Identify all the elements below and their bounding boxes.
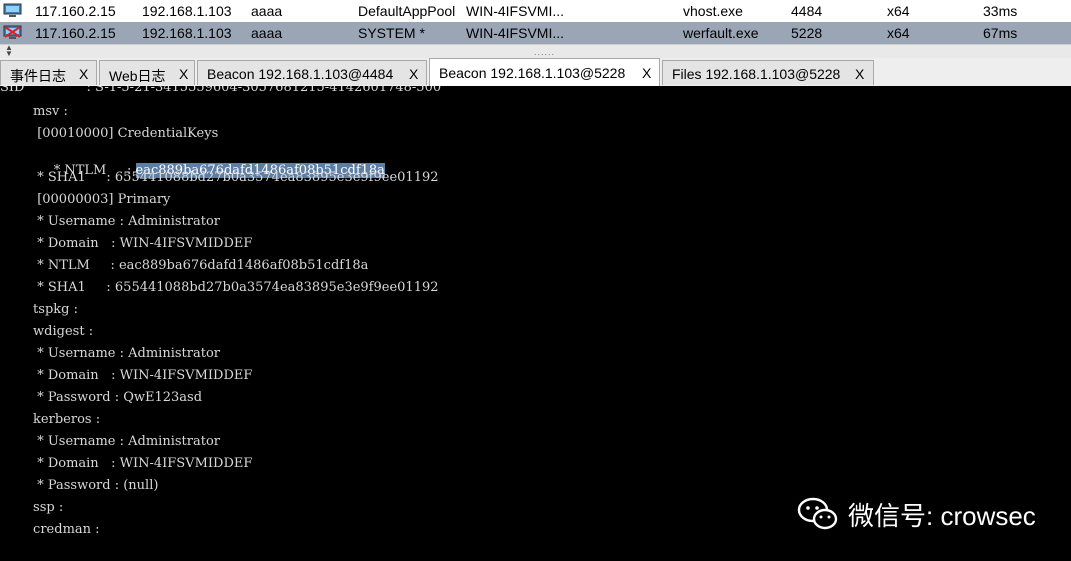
console-line: * NTLM : eac889ba676dafd1486af08b51cdf18… (0, 258, 369, 273)
console-line: * Domain : WIN-4IFSVMIDDEF (0, 236, 253, 251)
watermark: 微信号: crowsec (796, 496, 1036, 532)
console-line: msv : (0, 104, 68, 119)
process-name: vhost.exe (683, 3, 743, 19)
external-ip: 117.160.2.15 (35, 3, 116, 19)
session-table: 117.160.2.15 192.168.1.103 aaaa DefaultA… (0, 0, 1071, 44)
beacon-console-output[interactable]: SID : S-1-5-21-3415559604-3057681215-414… (0, 86, 1071, 561)
console-line: * Password : (null) (0, 478, 159, 493)
tab-beacon-4484[interactable]: Beacon 192.168.1.103@4484 X (197, 60, 427, 85)
console-line: * Username : Administrator (0, 346, 220, 361)
arch: x64 (887, 25, 910, 41)
watermark-text: 微信号: crowsec (848, 501, 1036, 531)
pid: 4484 (791, 3, 823, 19)
external-ip: 117.160.2.15 (35, 25, 116, 41)
compromised-computer-icon (3, 25, 22, 39)
console-line: kerberos : (0, 412, 101, 427)
user: aaaa (251, 3, 283, 19)
tab-label: Web日志 (109, 68, 166, 84)
tab-web-log[interactable]: Web日志 X (99, 60, 195, 85)
computer-name: WIN-4IFSVMI... (466, 3, 564, 19)
computer-name: WIN-4IFSVMI... (466, 25, 564, 41)
internal-ip: 192.168.1.103 (142, 3, 232, 19)
console-line: * Domain : WIN-4IFSVMIDDEF (0, 456, 253, 471)
tab-label: Beacon 192.168.1.103@5228 (439, 65, 626, 81)
tab-files-5228[interactable]: Files 192.168.1.103@5228 X (662, 60, 874, 85)
console-line: SID : S-1-5-21-3415559604-3057681215-414… (0, 86, 442, 95)
console-line: [00000003] Primary (0, 192, 171, 207)
tab-beacon-5228[interactable]: Beacon 192.168.1.103@5228 X (429, 58, 660, 87)
console-line: * SHA1 : 655441088bd27b0a3574ea83895e3e9… (0, 280, 439, 295)
pane-splitter[interactable]: ▲ ▼ ...... (0, 44, 1071, 59)
tab-label: 事件日志 (10, 68, 66, 84)
console-line: wdigest : (0, 324, 94, 339)
user: aaaa (251, 25, 283, 41)
session-row[interactable]: 117.160.2.15 192.168.1.103 aaaa DefaultA… (0, 0, 1071, 22)
console-line: * Domain : WIN-4IFSVMIDDEF (0, 368, 253, 383)
session-row-selected[interactable]: 117.160.2.15 192.168.1.103 aaaa SYSTEM *… (0, 22, 1071, 44)
last-checkin: 67ms (983, 25, 1018, 41)
close-tab-icon[interactable]: X (409, 66, 418, 82)
close-tab-icon[interactable]: X (855, 66, 864, 82)
tab-label: Files 192.168.1.103@5228 (672, 66, 841, 82)
arch: x64 (887, 3, 910, 19)
process-user: SYSTEM * (358, 25, 425, 41)
collapse-arrows-icon[interactable]: ▲ ▼ (5, 44, 13, 58)
tab-label: Beacon 192.168.1.103@4484 (207, 66, 394, 82)
tab-bar: 事件日志 X Web日志 X Beacon 192.168.1.103@4484… (0, 58, 1071, 87)
wechat-icon (797, 497, 838, 530)
close-tab-icon[interactable]: X (642, 65, 651, 81)
console-line: credman : (0, 522, 100, 537)
tab-event-log[interactable]: 事件日志 X (0, 60, 97, 85)
internal-ip: 192.168.1.103 (142, 25, 232, 41)
console-line: [00010000] CredentialKeys (0, 126, 219, 141)
close-tab-icon[interactable]: X (179, 66, 188, 82)
close-tab-icon[interactable]: X (79, 66, 88, 82)
console-line: tspkg : (0, 302, 78, 317)
last-checkin: 33ms (983, 3, 1018, 19)
process-name: werfault.exe (683, 25, 759, 41)
console-line: * Username : Administrator (0, 214, 220, 229)
console-line: ssp : (0, 500, 64, 515)
console-line: * Username : Administrator (0, 434, 220, 449)
splitter-grip[interactable]: ...... (534, 47, 555, 57)
console-line: * SHA1 : 655441088bd27b0a3574ea83895e3e9… (0, 170, 439, 185)
computer-icon (3, 3, 22, 17)
process-user: DefaultAppPool (358, 3, 456, 19)
pid: 5228 (791, 25, 823, 41)
console-line: * Password : QwE123asd (0, 390, 203, 405)
